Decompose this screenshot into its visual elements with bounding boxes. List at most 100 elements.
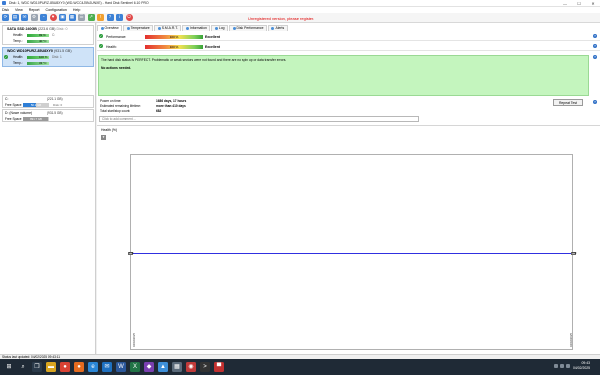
maximize-button[interactable]: ☐	[572, 0, 586, 7]
free-space-bar: 891.7 GB	[23, 117, 49, 121]
app-icon[interactable]: ◆	[144, 362, 154, 372]
mail-icon[interactable]: ✉	[21, 14, 28, 21]
tray-volume-icon[interactable]	[560, 364, 564, 368]
health-bar: 99 %	[27, 33, 49, 38]
help-icon[interactable]: ?	[593, 55, 597, 59]
search-taskbar-icon[interactable]: ⌕	[18, 362, 28, 372]
free-space-label: Free Space	[5, 103, 22, 107]
tab-s-m-a-r-t[interactable]: S.M.A.R.T.	[154, 24, 182, 31]
menu-help[interactable]: Help	[73, 8, 80, 12]
menu-view[interactable]: View	[15, 8, 23, 12]
minimize-button[interactable]: —	[558, 0, 572, 7]
status-message: The hard disk status is PERFECT. Problem…	[101, 58, 287, 62]
disk-item-wdc[interactable]: ✓ WDC WD10PURZ-85U8XY0 (931.5 GB) Health…	[2, 47, 94, 67]
performance-bar: 100 %	[145, 34, 203, 39]
taskbar: ⊞ ⌕ ❐ ▬ ● ● e ✉ W X ◆ ▲ ▦ ◉ > ▀ 09:43 04/02/2025	[0, 359, 600, 375]
tab-alerts[interactable]: Alerts	[267, 24, 288, 31]
tab-label: S.M.A.R.T.	[161, 26, 178, 30]
explorer-icon[interactable]: ▬	[46, 362, 56, 372]
clock[interactable]: 09:43 04/02/2025	[573, 361, 590, 371]
health-graph-panel: Health (%) ▾ 100 100 04/02/2025 04/02/2025	[97, 125, 600, 353]
settings-icon[interactable]: ⚙	[30, 14, 38, 21]
temp-value: 33 °C	[39, 61, 47, 66]
disk-title: WDC WD10PURZ-85U8XY0 (931.5 GB)	[7, 49, 72, 53]
health-value: 99 %	[39, 33, 46, 38]
volume-capacity: (931.5 GB)	[47, 111, 63, 115]
hds-taskbar-icon[interactable]: ◉	[186, 362, 196, 372]
volume-item-d[interactable]: D: (Nowe volume) (931.5 GB) Free Space 8…	[2, 109, 94, 122]
disk-capacity: (223.6 GB)	[37, 27, 56, 31]
photos-icon[interactable]: ▲	[158, 362, 168, 372]
temp-row: Temp.: 40 °C	[13, 39, 49, 43]
firefox-icon[interactable]: ●	[74, 362, 84, 372]
test-icon[interactable]: ▣	[59, 14, 66, 21]
graph-menu-button[interactable]: ▾	[101, 135, 106, 140]
disk-item-ssd[interactable]: SATA SSD 240GB (223.6 GB) Disk: 0 Health…	[2, 25, 94, 45]
check-icon: ✓	[4, 55, 8, 59]
health-metric-value: 100 %	[169, 44, 179, 49]
x-tick-label: 04/02/2025	[132, 333, 136, 347]
repeat-test-button[interactable]: Repeat Test	[553, 99, 583, 106]
temp-label: Temp.:	[13, 61, 23, 65]
x-tick-label: 04/02/2025	[569, 333, 573, 347]
tray-network-icon[interactable]	[554, 364, 558, 368]
tab-log[interactable]: Log	[211, 24, 229, 31]
free-space-value: 50.2 GB	[30, 102, 42, 107]
info-label: Estimated remaining lifetime:	[100, 104, 141, 108]
alert-icon[interactable]: !	[97, 14, 104, 21]
tab-label: Overview	[104, 26, 119, 30]
data-point-label: 100	[128, 251, 134, 255]
info-icon[interactable]: i	[116, 14, 123, 21]
menu-report[interactable]: Report	[29, 8, 40, 12]
chrome-icon[interactable]: ●	[60, 362, 70, 372]
volume-item-c[interactable]: C: (221.1 GB) Free Space 50.2 GB Disk: 0	[2, 95, 94, 108]
tab-label: Temperature	[130, 26, 150, 30]
graph-icon[interactable]: ↗	[87, 14, 95, 21]
close-button[interactable]: ✕	[586, 0, 600, 7]
taskview-icon[interactable]: ❐	[32, 362, 42, 372]
list-icon[interactable]: ☰	[78, 14, 85, 21]
help-icon[interactable]: ?	[593, 100, 597, 104]
word-icon[interactable]: W	[116, 362, 126, 372]
comment-input[interactable]: Click to add comment ...	[99, 116, 419, 122]
disk-list-panel: SATA SSD 240GB (223.6 GB) Disk: 0 Health…	[0, 23, 96, 354]
tab-overview[interactable]: Overview	[97, 24, 123, 31]
gauge-icon[interactable]: ◔	[40, 14, 47, 21]
check-icon: ✓	[99, 34, 103, 38]
free-space-bar: 50.2 GB	[23, 103, 49, 107]
free-space-value: 891.7 GB	[30, 116, 42, 121]
performance-row: ✓ Performance: 100 % Excellent ?	[97, 32, 600, 41]
tab-temperature[interactable]: Temperature	[123, 24, 154, 31]
health-ext: C:	[52, 33, 56, 37]
mail-taskbar-icon[interactable]: ✉	[102, 362, 112, 372]
excel-icon[interactable]: X	[130, 362, 140, 372]
help-icon[interactable]: ?	[106, 14, 114, 21]
tray-battery-icon[interactable]	[566, 364, 570, 368]
store-icon[interactable]: ▦	[172, 362, 182, 372]
health-label: Health:	[13, 55, 24, 59]
refresh-icon[interactable]: ⟳	[2, 14, 9, 21]
help-icon[interactable]: ?	[593, 44, 597, 48]
flag-icon[interactable]: ▀	[214, 362, 224, 372]
menu-configuration[interactable]: Configuration	[46, 8, 67, 12]
power-icon[interactable]: ⏻	[125, 14, 133, 21]
save-icon[interactable]: ▤	[11, 14, 19, 21]
info-row: Total start/stop count: 682	[100, 109, 161, 113]
heart-icon[interactable]: ♥	[49, 14, 57, 21]
unregistered-link[interactable]: Unregistered version, please register.	[248, 16, 314, 21]
menu-disk[interactable]: Disk	[2, 8, 9, 12]
performance-label: Performance:	[106, 34, 127, 39]
tab-disk-performance[interactable]: Disk Performance	[229, 24, 267, 31]
check-icon: ✓	[99, 44, 103, 48]
help-icon[interactable]: ?	[593, 34, 597, 38]
app-logo-icon	[2, 1, 6, 5]
info-label: Total start/stop count:	[100, 109, 131, 113]
tab-icon	[185, 26, 189, 30]
terminal-icon[interactable]: >	[200, 362, 210, 372]
edge-icon[interactable]: e	[88, 362, 98, 372]
health-ext: Disk: 1	[52, 55, 62, 59]
health-value: 100 %	[39, 55, 48, 60]
chart-icon[interactable]: ▦	[68, 14, 76, 21]
tab-information[interactable]: Information	[182, 24, 211, 31]
start-icon[interactable]: ⊞	[4, 362, 14, 372]
